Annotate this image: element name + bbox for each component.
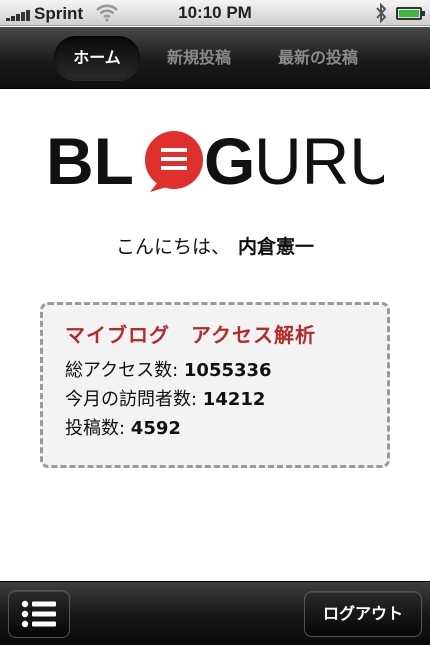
top-nav: ホーム 新規投稿 最新の投稿 <box>0 27 430 89</box>
menu-button[interactable] <box>8 590 70 638</box>
stat-monthly-visitors: 今月の訪問者数: 14212 <box>65 385 387 414</box>
stat-label: 投稿数: <box>65 418 131 439</box>
stats-title: マイブログ アクセス解析 <box>65 323 316 347</box>
chat-bubble-icon <box>145 131 203 192</box>
stat-total-access: 総アクセス数: 1055336 <box>65 356 387 385</box>
greeting: こんにちは、 内倉憲一 <box>0 232 430 259</box>
stat-post-count: 投稿数: 4592 <box>65 414 387 443</box>
tab-new-post[interactable]: 新規投稿 <box>152 36 246 80</box>
bottom-toolbar: ログアウト <box>0 581 430 645</box>
bloguru-logo: BL G URU <box>46 126 384 194</box>
access-stats-card: マイブログ アクセス解析 総アクセス数: 1055336 今月の訪問者数: 14… <box>40 302 390 468</box>
logo-text-right: URU <box>254 126 384 194</box>
stat-label: 総アクセス数: <box>65 360 184 381</box>
clock: 10:10 PM <box>178 3 252 22</box>
greeting-text: こんにちは、 <box>115 236 230 258</box>
stat-value: 4592 <box>130 418 181 439</box>
logo-text-g: G <box>204 126 255 194</box>
stat-value: 14212 <box>202 389 266 410</box>
logo-text-left: BL <box>46 126 134 194</box>
tab-latest-posts[interactable]: 最新の投稿 <box>262 36 374 80</box>
list-icon <box>21 600 56 628</box>
battery-icon <box>396 7 425 20</box>
bluetooth-icon <box>376 2 387 24</box>
stat-label: 今月の訪問者数: <box>65 389 203 410</box>
tab-home[interactable]: ホーム <box>54 36 140 80</box>
user-name: 内倉憲一 <box>238 236 315 258</box>
status-bar: Sprint 10:10 PM <box>0 0 430 26</box>
stat-value: 1055336 <box>183 360 272 381</box>
logout-button[interactable]: ログアウト <box>304 591 422 637</box>
